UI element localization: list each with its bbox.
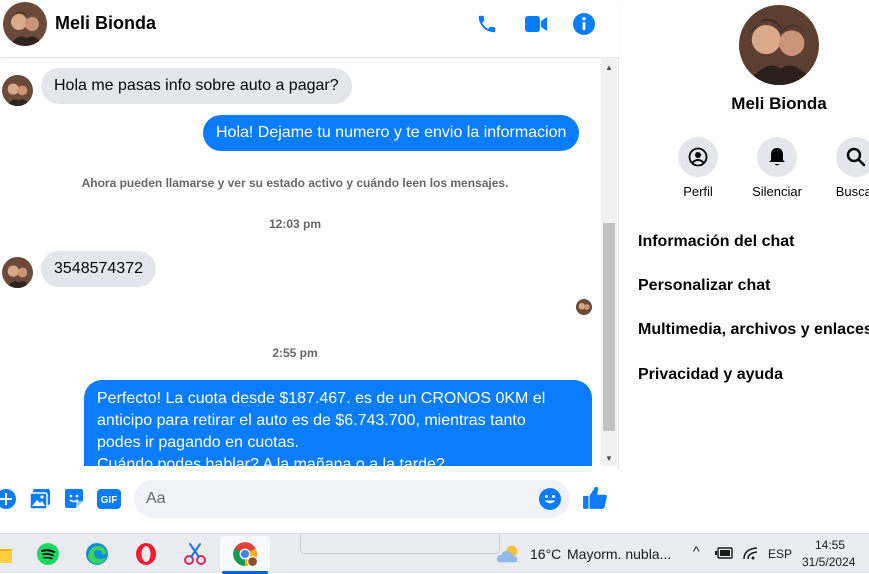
chevron-up-icon[interactable]: ^: [693, 543, 700, 559]
profile-action-label: Perfil: [683, 184, 713, 199]
message-input-wrap: [134, 480, 570, 518]
mute-action-label: Silenciar: [752, 184, 802, 199]
contact-name[interactable]: Meli Bionda: [55, 13, 156, 34]
user-icon: [678, 137, 718, 177]
edge-browser-icon[interactable]: [84, 541, 110, 567]
scroll-up-arrow-icon[interactable]: ▲: [601, 59, 617, 75]
profile-action[interactable]: Perfil: [658, 137, 738, 199]
incoming-message[interactable]: Hola me pasas info sobre auto a pagar?: [41, 68, 352, 104]
message-line: Perfecto! La cuota desde $187.467. es de…: [97, 390, 546, 407]
chat-info-panel: Meli Bionda Perfil Silenciar Buscar Info…: [620, 0, 869, 533]
message-list[interactable]: Hola me pasas info sobre auto a pagar? H…: [0, 59, 600, 466]
outgoing-message[interactable]: Hola! Dejame tu numero y te envio la inf…: [203, 115, 580, 151]
search-action-label: Buscar: [835, 184, 869, 199]
taskbar: 16°C Mayorm. nubla... ^ ESP 14:55 31/5/2…: [0, 533, 869, 574]
sticker-icon[interactable]: [62, 487, 86, 511]
clock-date[interactable]: 31/5/2024: [802, 555, 855, 569]
message-input[interactable]: [146, 480, 526, 518]
profile-name: Meli Bionda: [731, 94, 827, 113]
snipping-tool-icon[interactable]: [182, 541, 208, 567]
spotify-icon[interactable]: [35, 541, 61, 567]
weather-cloud-icon[interactable]: [496, 541, 522, 567]
message-line: Cuándo podes hablar? A la mañana o a la …: [97, 456, 445, 466]
message-scrollbar[interactable]: ▲ ▼: [601, 59, 617, 466]
wifi-icon[interactable]: [740, 542, 762, 564]
chat-header: Meli Bionda: [0, 0, 619, 58]
profile-avatar[interactable]: [739, 5, 819, 85]
weather-description[interactable]: Mayorm. nubla...: [567, 546, 671, 562]
file-explorer-icon[interactable]: [0, 541, 14, 567]
bell-icon: [757, 137, 797, 177]
menu-media-files-links[interactable]: Multimedia, archivos y enlaces: [638, 321, 869, 339]
chat-pane: Meli Bionda Hola me pasas info sobre aut…: [0, 0, 619, 533]
search-icon: [836, 137, 869, 177]
opera-browser-icon[interactable]: [133, 541, 159, 567]
scroll-down-arrow-icon[interactable]: ▼: [601, 450, 617, 466]
incoming-message[interactable]: 3548574372: [41, 251, 156, 287]
contact-avatar[interactable]: [3, 2, 47, 46]
sender-avatar: [2, 257, 33, 288]
thumbs-up-icon[interactable]: [582, 485, 608, 511]
emoji-icon[interactable]: [538, 487, 562, 511]
message-line: podes ir pagando en cuotas.: [97, 434, 299, 451]
mute-action[interactable]: Silenciar: [737, 137, 817, 199]
timestamp: 12:03 pm: [268, 217, 322, 231]
info-icon[interactable]: [571, 11, 597, 37]
window-preview-outline: [300, 534, 500, 554]
message-composer: GIF: [0, 470, 619, 533]
video-camera-icon[interactable]: [523, 11, 549, 37]
gif-label: GIF: [101, 495, 118, 506]
weather-temperature[interactable]: 16°C: [530, 546, 561, 562]
message-line: anticipo para retirar el auto es de $6.7…: [97, 412, 526, 429]
plus-icon[interactable]: [0, 487, 18, 511]
photo-gallery-icon[interactable]: [28, 487, 52, 511]
chrome-browser-icon[interactable]: [232, 541, 258, 567]
battery-icon[interactable]: [713, 542, 735, 564]
seen-indicator-avatar: [576, 299, 592, 315]
clock-time[interactable]: 14:55: [815, 538, 845, 552]
menu-customize-chat[interactable]: Personalizar chat: [638, 277, 771, 295]
menu-privacy-help[interactable]: Privacidad y ayuda: [638, 366, 783, 384]
language-indicator[interactable]: ESP: [768, 547, 792, 561]
messenger-window: Meli Bionda Hola me pasas info sobre aut…: [0, 0, 869, 533]
timestamp: 2:55 pm: [272, 346, 318, 360]
system-note: Ahora pueden llamarse y ver su estado ac…: [81, 176, 509, 190]
menu-chat-info[interactable]: Información del chat: [638, 233, 794, 251]
scroll-thumb[interactable]: [603, 223, 615, 431]
outgoing-message[interactable]: Perfecto! La cuota desde $187.467. es de…: [84, 380, 592, 466]
gif-icon[interactable]: GIF: [96, 487, 122, 511]
phone-icon[interactable]: [474, 11, 500, 37]
search-action[interactable]: Buscar: [816, 137, 869, 199]
sender-avatar: [2, 75, 33, 106]
